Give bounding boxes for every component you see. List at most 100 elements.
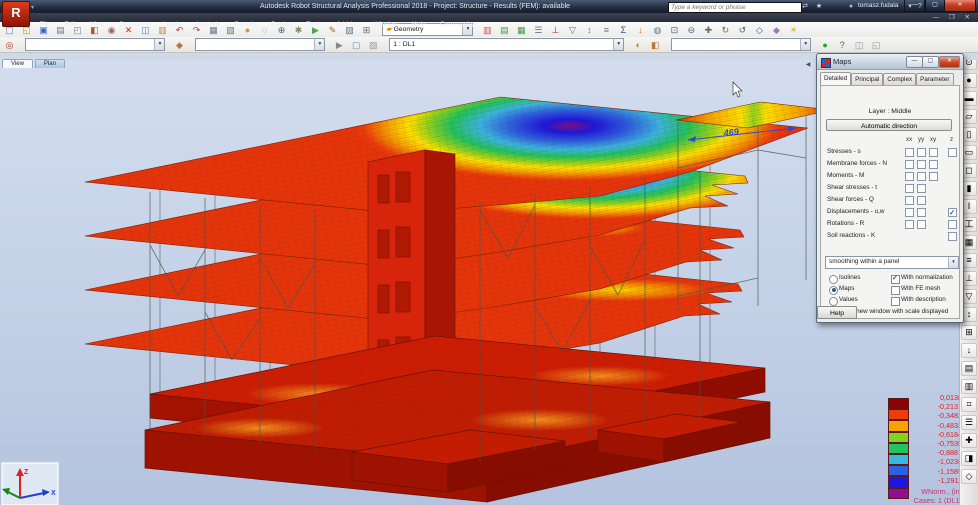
user-icon[interactable]: ● bbox=[846, 2, 856, 11]
checkbox-z[interactable] bbox=[948, 148, 957, 157]
checkbox-yy[interactable] bbox=[917, 172, 926, 181]
offsets-icon[interactable]: ↕ bbox=[582, 23, 597, 37]
inspector-icon[interactable]: ▥ bbox=[480, 23, 495, 37]
checkbox-yy[interactable] bbox=[917, 148, 926, 157]
dialog-close-button[interactable]: ✕ bbox=[939, 56, 960, 68]
dialog-button[interactable]: Help bbox=[817, 306, 857, 319]
radio-button[interactable] bbox=[829, 285, 838, 295]
exchange-icon[interactable]: ⇄ bbox=[800, 2, 810, 11]
checkbox-xx[interactable] bbox=[905, 148, 914, 157]
load-to-mass-icon[interactable]: ◍ bbox=[650, 23, 665, 37]
checkbox-xx[interactable] bbox=[905, 208, 914, 217]
previous-view-icon[interactable]: ↺ bbox=[735, 23, 750, 37]
app-logo[interactable]: R bbox=[2, 1, 30, 27]
display-tool-icon[interactable]: ◨ bbox=[961, 451, 977, 466]
favorites-icon[interactable]: ★ bbox=[814, 2, 824, 11]
window-tile-icon[interactable]: ◫ bbox=[852, 38, 867, 52]
checkbox-xx[interactable] bbox=[905, 196, 914, 205]
supports-icon[interactable]: ⊥ bbox=[548, 23, 563, 37]
isometric-view-icon[interactable]: ◇ bbox=[752, 23, 767, 37]
menu-item[interactable]: Analysis bbox=[188, 20, 227, 29]
close-button[interactable]: ✕ bbox=[944, 0, 976, 12]
menu-item[interactable]: Loads bbox=[156, 20, 189, 29]
menu-item[interactable]: Design bbox=[264, 20, 299, 29]
analysis-help-icon[interactable]: ? bbox=[835, 38, 850, 52]
username-label[interactable]: tomasz.fudala bbox=[858, 2, 898, 9]
minimize-button[interactable]: — bbox=[904, 0, 926, 12]
menu-item[interactable]: Edit bbox=[57, 20, 83, 29]
checkbox-z[interactable] bbox=[948, 208, 957, 217]
checkbox-xx[interactable] bbox=[905, 172, 914, 181]
menu-item[interactable]: Window bbox=[367, 20, 405, 29]
zoom-out-icon[interactable]: ⊖ bbox=[684, 23, 699, 37]
axes-tool-icon[interactable]: ✚ bbox=[961, 433, 977, 448]
checkbox-yy[interactable] bbox=[917, 184, 926, 193]
selection-combo[interactable]: ▼ bbox=[25, 38, 166, 51]
nodes-table-tool-icon[interactable]: ▥ bbox=[961, 379, 977, 394]
checkbox-xx[interactable] bbox=[905, 184, 914, 193]
story-tool-icon[interactable]: ☰ bbox=[961, 415, 977, 430]
load-types-tool-icon[interactable]: ↓ bbox=[961, 343, 977, 358]
secondary-combo[interactable]: ▼ bbox=[671, 38, 812, 51]
checkbox-xy[interactable] bbox=[929, 160, 938, 169]
checkbox-xx[interactable] bbox=[905, 160, 914, 169]
story-icon[interactable]: ≡ bbox=[599, 23, 614, 37]
checkbox-xy[interactable] bbox=[929, 172, 938, 181]
render-icon[interactable]: ◆ bbox=[769, 23, 784, 37]
checkbox-z[interactable] bbox=[948, 232, 957, 241]
checkbox-yy[interactable] bbox=[917, 208, 926, 217]
radio-button[interactable] bbox=[829, 296, 838, 306]
load-case-combo[interactable]: 1 : DL1 ▼ bbox=[389, 38, 625, 51]
nodes-table-icon[interactable]: ▦ bbox=[514, 23, 529, 37]
automatic-direction-button[interactable]: Automatic direction bbox=[826, 119, 952, 131]
checkbox[interactable] bbox=[891, 285, 900, 295]
menu-item[interactable]: Add-Ins bbox=[329, 20, 366, 29]
compatibility-tool-icon[interactable]: ⊞ bbox=[961, 325, 977, 340]
menu-item[interactable]: Tools bbox=[299, 20, 329, 29]
rotate-icon[interactable]: ↻ bbox=[718, 23, 733, 37]
dialog-minimize-button[interactable]: — bbox=[906, 56, 923, 68]
checkbox[interactable] bbox=[891, 274, 900, 284]
menu-item[interactable]: Help bbox=[405, 20, 433, 29]
dialog-tab[interactable]: Complex bbox=[883, 73, 917, 85]
panel-collapse-icon[interactable]: ◀ bbox=[804, 61, 812, 69]
light-icon[interactable]: ☀ bbox=[786, 23, 801, 37]
dialog-tab[interactable]: Parameter bbox=[916, 73, 954, 85]
dialog-tab[interactable]: Detailed bbox=[820, 72, 852, 85]
bars-table-tool-icon[interactable]: ▤ bbox=[961, 361, 977, 376]
attributes-combo[interactable]: ▼ bbox=[195, 38, 326, 51]
load-record-icon[interactable]: ◐ bbox=[631, 38, 646, 52]
pointer-icon[interactable]: ▶ bbox=[332, 38, 347, 52]
pan-icon[interactable]: ✚ bbox=[701, 23, 716, 37]
layers-icon[interactable]: ▨ bbox=[366, 38, 381, 52]
menu-item[interactable]: View bbox=[83, 20, 112, 29]
mdi-window-buttons[interactable]: — ❐ ✕ bbox=[933, 13, 974, 21]
load-table-icon[interactable]: ◧ bbox=[648, 38, 663, 52]
search-input[interactable] bbox=[668, 1, 802, 13]
monitor-icon[interactable]: ▢ bbox=[349, 38, 364, 52]
menu-item[interactable]: Results bbox=[227, 20, 264, 29]
menu-item[interactable]: Geometry bbox=[112, 20, 156, 29]
dialog-tab[interactable]: Principal bbox=[851, 73, 884, 85]
releases-icon[interactable]: ▽ bbox=[565, 23, 580, 37]
smoothing-combo[interactable]: smoothing within a panel ▼ bbox=[825, 256, 959, 269]
checkbox[interactable] bbox=[891, 296, 900, 306]
zoom-window-icon[interactable]: ⊡ bbox=[667, 23, 682, 37]
checkbox-yy[interactable] bbox=[917, 220, 926, 229]
menu-item[interactable]: File bbox=[32, 20, 57, 29]
app-menu-caret-icon[interactable]: ▾ bbox=[31, 4, 34, 11]
view-tool-icon[interactable]: ◇ bbox=[961, 469, 977, 484]
radio-button[interactable] bbox=[829, 274, 838, 284]
checkbox-xy[interactable] bbox=[929, 148, 938, 157]
checkbox-z[interactable] bbox=[948, 220, 957, 229]
window-cascade-icon[interactable]: ◱ bbox=[869, 38, 884, 52]
bars-table-icon[interactable]: ▤ bbox=[497, 23, 512, 37]
checkbox-yy[interactable] bbox=[917, 160, 926, 169]
dialog-maximize-button[interactable]: ▢ bbox=[922, 56, 939, 68]
properties-icon[interactable]: ☰ bbox=[531, 23, 546, 37]
menu-item[interactable]: Community bbox=[433, 20, 481, 29]
maps-dialog-titlebar[interactable]: Maps — ▢ ✕ bbox=[817, 54, 963, 70]
maximize-button[interactable]: ▢ bbox=[924, 0, 946, 12]
analysis-status-icon[interactable]: ● bbox=[818, 38, 833, 52]
measure-tool-icon[interactable]: ⌗ bbox=[961, 397, 977, 412]
